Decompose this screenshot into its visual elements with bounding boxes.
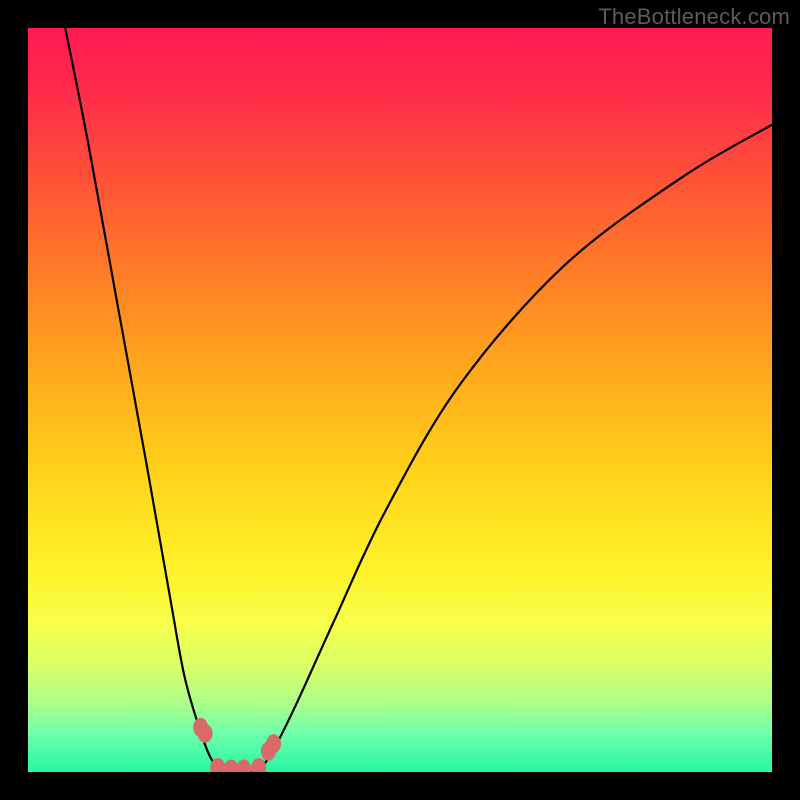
chart-frame — [28, 28, 772, 772]
curve-marker — [251, 758, 266, 772]
curve-marker — [261, 742, 276, 761]
curve-marker — [224, 760, 239, 772]
curve-marker — [198, 724, 213, 743]
curve-path — [65, 28, 772, 772]
watermark-text: TheBottleneck.com — [598, 4, 790, 30]
curve-marker — [210, 758, 225, 772]
curve-marker — [236, 760, 251, 772]
curve-marker — [266, 734, 281, 753]
marker-layer — [193, 718, 281, 772]
bottleneck-curve — [28, 28, 772, 772]
curve-marker — [193, 718, 208, 737]
